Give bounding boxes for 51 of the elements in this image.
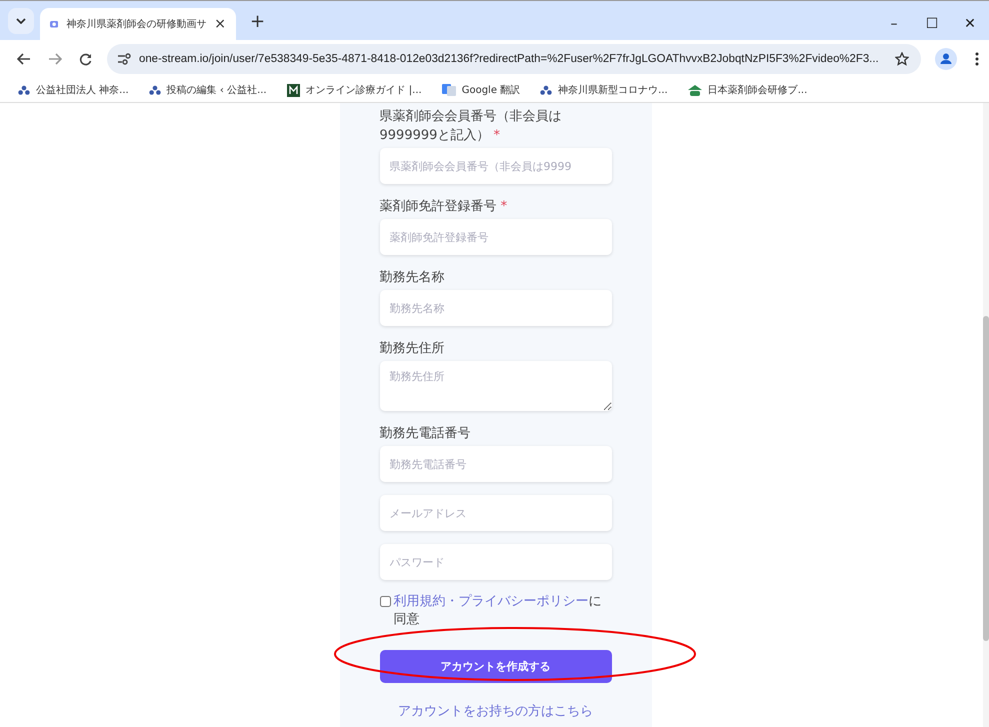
field-label: 県薬剤師会会員番号（非会員は9999999と記入） * — [380, 108, 562, 145]
bookmark[interactable]: 公益社団法人 神奈... — [18, 83, 129, 97]
profile-icon[interactable] — [935, 48, 957, 70]
address-bar[interactable]: one-stream.io/join/user/7e538349-5e35-4871-8418-012e03d2136f?redirectPath=%2Fuser%2F7frJgLGOAThvvxB2JobqtNzPI5F3%2Fvideo%2F3... — [107, 44, 921, 74]
back-icon[interactable] — [17, 53, 31, 65]
people-icon — [148, 84, 161, 96]
browser-tab[interactable]: 神奈川県薬剤師会の研修動画サ × — [40, 8, 236, 40]
text-area[interactable]: 勤務先住所 — [380, 361, 612, 411]
tab-list-button[interactable] — [8, 8, 34, 34]
site-settings-icon[interactable] — [117, 53, 131, 65]
scrollbar-thumb[interactable] — [983, 316, 989, 641]
minimize-button[interactable]: – — [875, 16, 913, 32]
field-label: 勤務先電話番号 — [380, 425, 472, 443]
password-field[interactable]: パスワード — [380, 544, 612, 580]
people-icon — [540, 84, 552, 96]
translate-icon — [442, 84, 456, 96]
url-text: one-stream.io/join/user/7e538349-5e35-4871-8418-012e03d2136f?redirectPath=%2Fuser%2F7frJgLGOAThvvxB2JobqtNzPI5F3%2Fvideo%2F3... — [139, 53, 880, 65]
maximize-button[interactable]: ☐ — [913, 16, 951, 32]
reload-icon[interactable] — [79, 52, 92, 66]
field-label: 勤務先名称 — [380, 269, 446, 287]
bookmark[interactable]: オンライン診療ガイド |... — [286, 83, 422, 97]
menu-icon[interactable] — [975, 52, 979, 66]
input-field[interactable]: メールアドレス — [380, 495, 612, 531]
input-field[interactable]: 県薬剤師会会員番号（非会員は9999 — [380, 148, 612, 184]
input-field[interactable]: 薬剤師免許登録番号 — [380, 219, 612, 255]
people-icon — [18, 84, 30, 96]
forward-icon[interactable] — [48, 53, 62, 65]
login-link[interactable]: アカウントをお持ちの方はこちら — [380, 702, 612, 720]
bookmark[interactable]: 日本薬剤師会研修ブ... — [688, 83, 808, 97]
tab-title: 神奈川県薬剤師会の研修動画サ — [66, 18, 206, 31]
input-field[interactable]: 勤務先電話番号 — [380, 446, 612, 482]
input-field[interactable]: 勤務先名称 — [380, 290, 612, 326]
field-label: 薬剤師免許登録番号 * — [380, 198, 508, 216]
m-logo-icon — [286, 84, 300, 96]
required-mark: * — [494, 128, 500, 143]
chevron-icon — [16, 18, 26, 24]
close-button[interactable]: ✕ — [951, 16, 989, 32]
bookmark[interactable]: 神奈川県新型コロナウ... — [540, 83, 668, 97]
checkbox[interactable] — [380, 596, 390, 607]
bookmark[interactable]: Google 翻訳 — [442, 83, 520, 97]
create-account-button[interactable]: アカウントを作成する — [380, 650, 612, 683]
star-icon[interactable] — [895, 52, 909, 66]
roof-logo-icon — [688, 84, 702, 96]
field-label: 勤務先住所 — [380, 340, 446, 358]
consent-text: 利用規約・プライバシーポリシーに同意 — [394, 593, 602, 629]
required-mark: * — [500, 199, 508, 214]
new-tab-button[interactable]: + — [250, 11, 266, 32]
terms-link[interactable]: 利用規約・プライバシーポリシー — [394, 594, 588, 609]
bookmark[interactable]: 投稿の編集 ‹ 公益社... — [148, 83, 267, 97]
close-tab-button[interactable]: × — [214, 16, 226, 32]
camera-icon — [50, 18, 58, 30]
